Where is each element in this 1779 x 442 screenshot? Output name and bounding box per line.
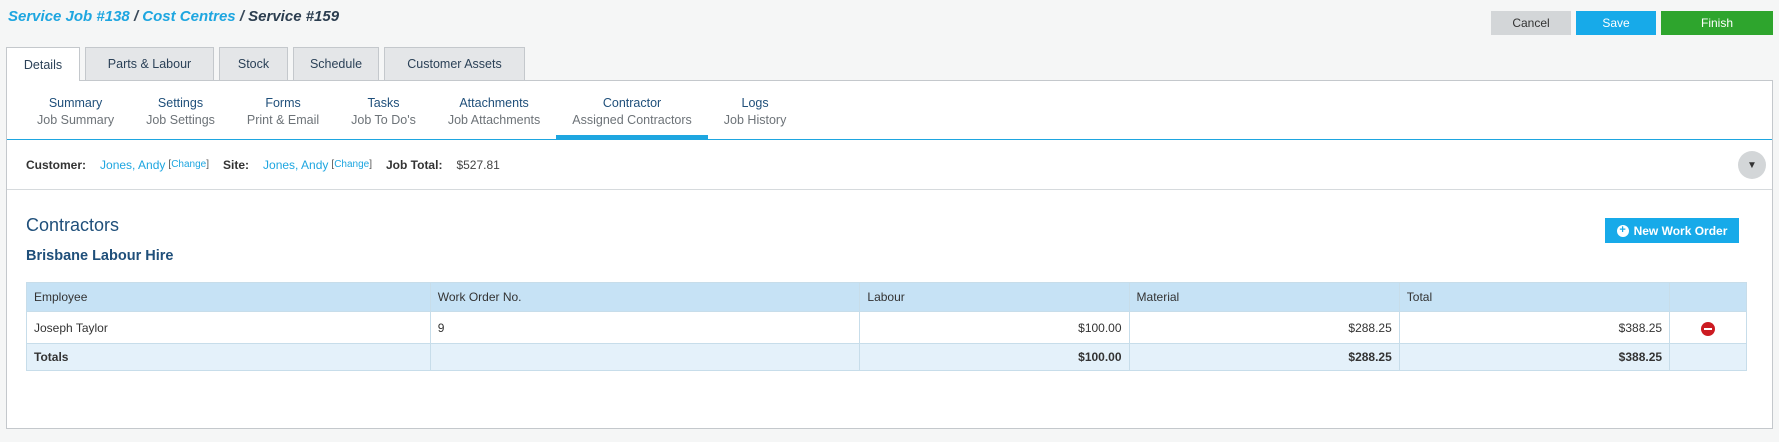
tab-parts-labour[interactable]: Parts & Labour — [85, 47, 214, 80]
cell-actions — [1669, 311, 1747, 344]
tab-details[interactable]: Details — [6, 47, 80, 81]
subtab-title: Attachments — [459, 96, 529, 110]
totals-material: $288.25 — [1128, 343, 1400, 371]
contractor-company: Brisbane Labour Hire — [26, 248, 174, 264]
breadcrumb-separator: / — [133, 8, 139, 25]
customer-link[interactable]: Jones, Andy — [100, 158, 165, 172]
contractors-table: Employee Work Order No. Labour Material … — [26, 282, 1747, 371]
site-change-link[interactable]: Change — [334, 159, 369, 170]
breadcrumb-separator: / — [239, 8, 244, 25]
subtab-title: Forms — [265, 96, 301, 110]
new-work-order-label: New Work Order — [1633, 223, 1728, 238]
customer-change-link[interactable]: Change — [171, 159, 206, 170]
subtab-summary[interactable]: Summary Job Summary — [21, 91, 130, 139]
subtab-title: Summary — [48, 96, 103, 110]
subtab-logs[interactable]: Logs Job History — [708, 91, 803, 139]
subtab-subtitle: Job Summary — [37, 113, 115, 127]
table-header-row: Employee Work Order No. Labour Material … — [26, 282, 1747, 312]
details-panel: Summary Job Summary Settings Job Setting… — [6, 80, 1773, 429]
subtab-tasks[interactable]: Tasks Job To Do's — [335, 91, 432, 139]
cancel-button[interactable]: Cancel — [1491, 11, 1571, 35]
header-actions: Cancel Save Finish — [1491, 11, 1773, 35]
finish-button[interactable]: Finish — [1661, 11, 1773, 35]
save-button[interactable]: Save — [1576, 11, 1656, 35]
subtab-title: Settings — [157, 96, 204, 110]
subtab-subtitle: Job Attachments — [447, 113, 541, 127]
subtab-settings[interactable]: Settings Job Settings — [130, 91, 231, 139]
col-actions — [1669, 282, 1747, 312]
caret-down-icon: ▼ — [1747, 159, 1757, 171]
subtab-subtitle: Print & Email — [246, 113, 320, 127]
breadcrumb-job-link[interactable]: Service Job #138 — [8, 8, 130, 25]
cell-labour: $100.00 — [859, 311, 1130, 344]
sub-tabs: Summary Job Summary Settings Job Setting… — [21, 91, 802, 139]
job-total-label: Job Total: — [386, 157, 443, 172]
site-link[interactable]: Jones, Andy — [263, 158, 328, 172]
subtab-subtitle: Job Settings — [146, 113, 215, 127]
breadcrumb-cost-centres-link[interactable]: Cost Centres — [142, 8, 235, 25]
totals-total: $388.25 — [1398, 343, 1671, 371]
subtab-subtitle: Job History — [723, 113, 787, 127]
col-work-order: Work Order No. — [429, 282, 861, 312]
col-material: Material — [1128, 282, 1400, 312]
remove-icon[interactable] — [1701, 322, 1716, 336]
subtab-forms[interactable]: Forms Print & Email — [231, 91, 335, 139]
subtab-title: Tasks — [367, 96, 400, 110]
job-info-bar: Customer: Jones, Andy [Change] Site: Jon… — [7, 140, 1772, 190]
col-employee: Employee — [26, 282, 431, 312]
collapse-toggle[interactable]: ▼ — [1738, 151, 1766, 179]
subtab-title: Logs — [741, 96, 769, 110]
subtab-subtitle: Job To Do's — [351, 113, 416, 127]
tab-schedule[interactable]: Schedule — [293, 47, 379, 80]
subtab-attachments[interactable]: Attachments Job Attachments — [432, 91, 556, 139]
section-title: Contractors — [26, 215, 120, 235]
cell-total: $388.25 — [1398, 311, 1671, 344]
totals-labour: $100.00 — [859, 343, 1130, 371]
totals-row: Totals $100.00 $288.25 $388.25 — [26, 343, 1747, 371]
plus-circle-icon: + — [1616, 224, 1629, 237]
subtab-subtitle: Assigned Contractors — [572, 113, 692, 127]
col-total: Total — [1398, 282, 1671, 312]
totals-label: Totals — [26, 343, 431, 371]
main-tabs: Details Parts & Labour Stock Schedule Cu… — [6, 47, 525, 81]
breadcrumb-current: Service #159 — [248, 8, 340, 25]
job-total-value: $527.81 — [456, 157, 500, 172]
cell-material: $288.25 — [1128, 311, 1400, 344]
cell-employee: Joseph Taylor — [26, 311, 431, 344]
customer-label: Customer: — [26, 157, 87, 172]
tab-customer-assets[interactable]: Customer Assets — [384, 47, 525, 80]
subtab-contractor[interactable]: Contractor Assigned Contractors — [556, 91, 708, 139]
totals-actions-empty — [1669, 343, 1747, 371]
tab-stock[interactable]: Stock — [219, 47, 288, 80]
totals-empty — [429, 343, 861, 371]
breadcrumb: Service Job #138 / Cost Centres / Servic… — [8, 8, 339, 25]
cell-work-order: 9 — [429, 311, 861, 344]
subtab-title: Contractor — [602, 96, 662, 110]
table-row: Joseph Taylor 9 $100.00 $288.25 $388.25 — [26, 311, 1747, 344]
site-label: Site: — [223, 157, 250, 172]
customer-change: [Change] — [168, 159, 209, 170]
site-change: [Change] — [331, 159, 372, 170]
col-labour: Labour — [859, 282, 1130, 312]
new-work-order-button[interactable]: + New Work Order — [1605, 218, 1739, 243]
